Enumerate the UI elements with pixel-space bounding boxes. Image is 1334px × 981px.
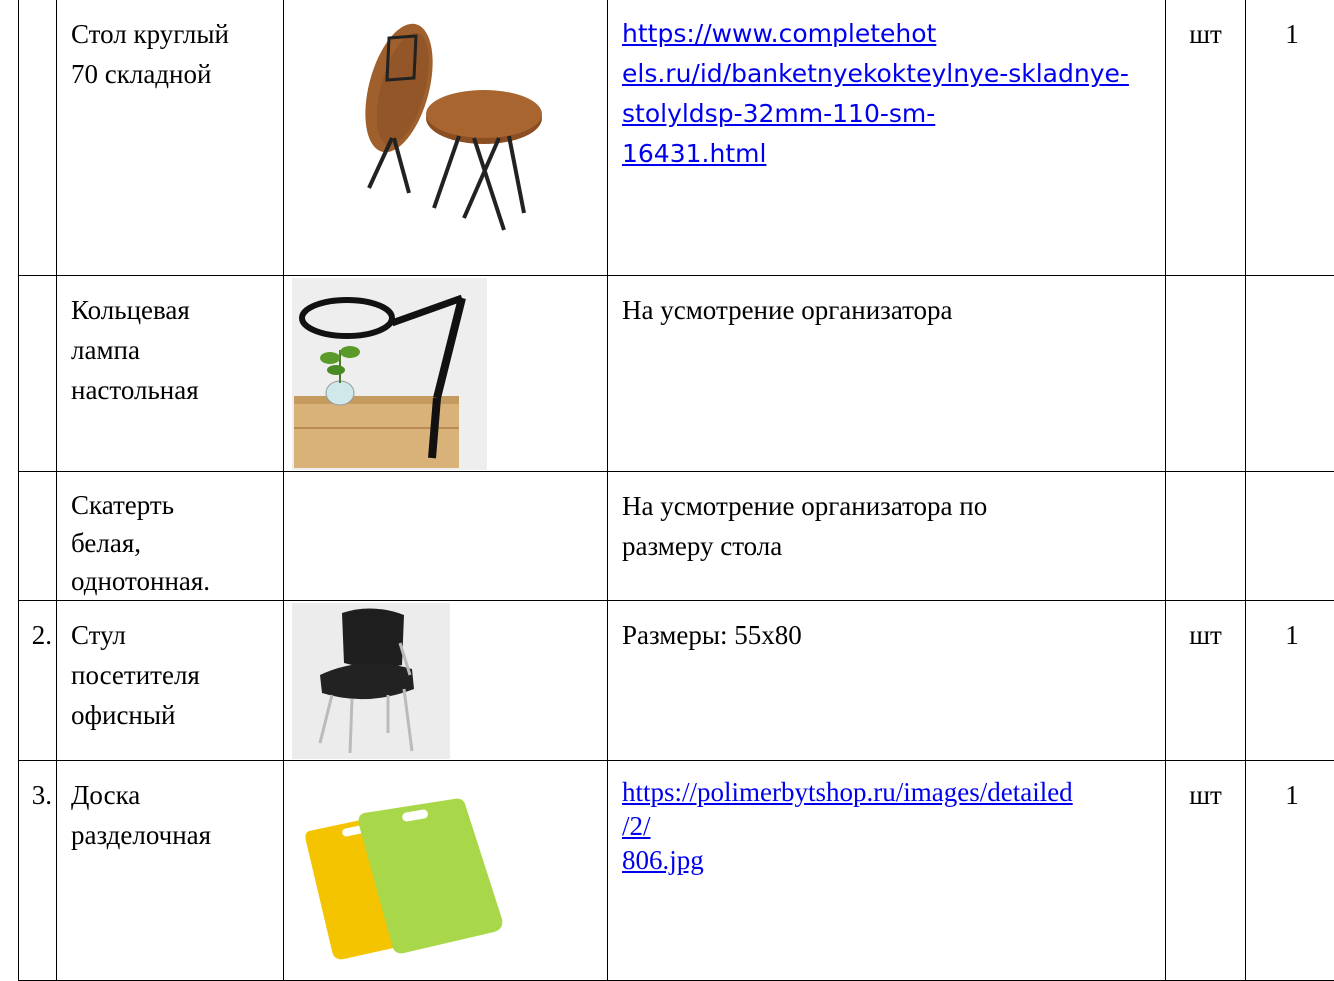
item-description: Размеры: 55х80	[608, 600, 1166, 760]
item-image-cell	[284, 0, 608, 275]
item-quantity	[1246, 275, 1334, 471]
product-link[interactable]: https://www.completehot els.ru/id/banket…	[622, 14, 1151, 174]
item-quantity: 1	[1246, 600, 1334, 760]
folding-round-table-icon	[354, 18, 554, 238]
item-description: На усмотрение организатора	[608, 275, 1166, 471]
ring-lamp-icon	[292, 278, 487, 470]
item-name: Скатерть белая, однотонная.	[57, 471, 284, 600]
office-chair-icon	[292, 603, 450, 759]
item-name: Стол круглый 70 складной	[57, 0, 284, 275]
table-row: Кольцевая лампа настольная	[19, 275, 1334, 471]
item-description: На усмотрение организатора по размеру ст…	[608, 471, 1166, 600]
item-quantity: 1	[1246, 760, 1334, 980]
item-name: Доска разделочная	[57, 760, 284, 980]
item-unit: шт	[1166, 760, 1246, 980]
product-link[interactable]: https://polimerbytshop.ru/images/detaile…	[622, 775, 1151, 877]
item-description: https://www.completehot els.ru/id/banket…	[608, 0, 1166, 275]
table-row: Стол круглый 70 складной htt	[19, 0, 1334, 275]
item-image-cell	[284, 275, 608, 471]
row-number	[19, 275, 57, 471]
item-description: https://polimerbytshop.ru/images/detaile…	[608, 760, 1166, 980]
item-unit	[1166, 275, 1246, 471]
item-image-cell	[284, 760, 608, 980]
table-row: 3. Доска разделочная https://polimerbyts…	[19, 760, 1334, 980]
item-name: Стул посетителя офисный	[57, 600, 284, 760]
document-page: Стол круглый 70 складной htt	[0, 0, 1334, 973]
row-number: 3.	[19, 760, 57, 980]
row-number	[19, 471, 57, 600]
item-unit: шт	[1166, 0, 1246, 275]
cutting-boards-icon	[304, 791, 514, 966]
item-quantity: 1	[1246, 0, 1334, 275]
item-image-cell	[284, 600, 608, 760]
row-number	[19, 0, 57, 275]
item-name: Кольцевая лампа настольная	[57, 275, 284, 471]
table-row: Скатерть белая, однотонная. На усмотрени…	[19, 471, 1334, 600]
item-unit	[1166, 471, 1246, 600]
item-quantity	[1246, 471, 1334, 600]
item-image-cell	[284, 471, 608, 600]
table-row: 2. Стул посетителя офисный Размеры: 55	[19, 600, 1334, 760]
row-number: 2.	[19, 600, 57, 760]
item-unit: шт	[1166, 600, 1246, 760]
equipment-table: Стол круглый 70 складной htt	[18, 0, 1334, 981]
